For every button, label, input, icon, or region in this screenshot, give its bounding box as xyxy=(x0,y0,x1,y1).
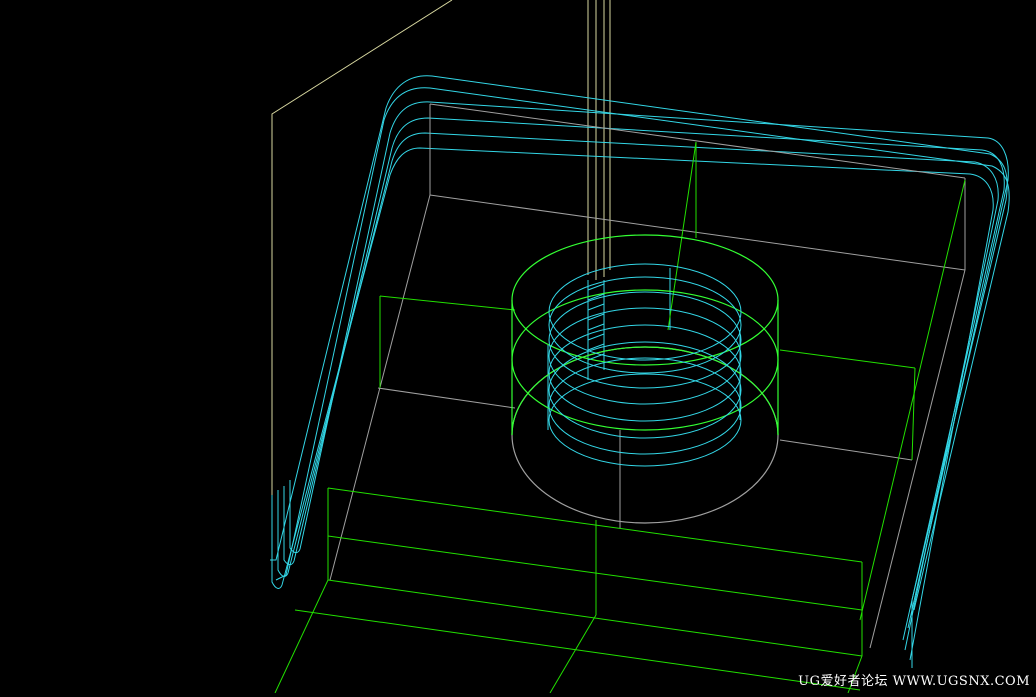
stock-outline xyxy=(271,0,611,495)
part-geometry xyxy=(274,141,966,694)
block-edges xyxy=(329,103,966,649)
wireframe-model xyxy=(270,0,1010,694)
watermark-text: UG爱好者论坛 WWW.UGSNX.COM xyxy=(798,674,1030,689)
cad-viewport[interactable]: UG爱好者论坛 WWW.UGSNX.COM xyxy=(0,0,1036,694)
